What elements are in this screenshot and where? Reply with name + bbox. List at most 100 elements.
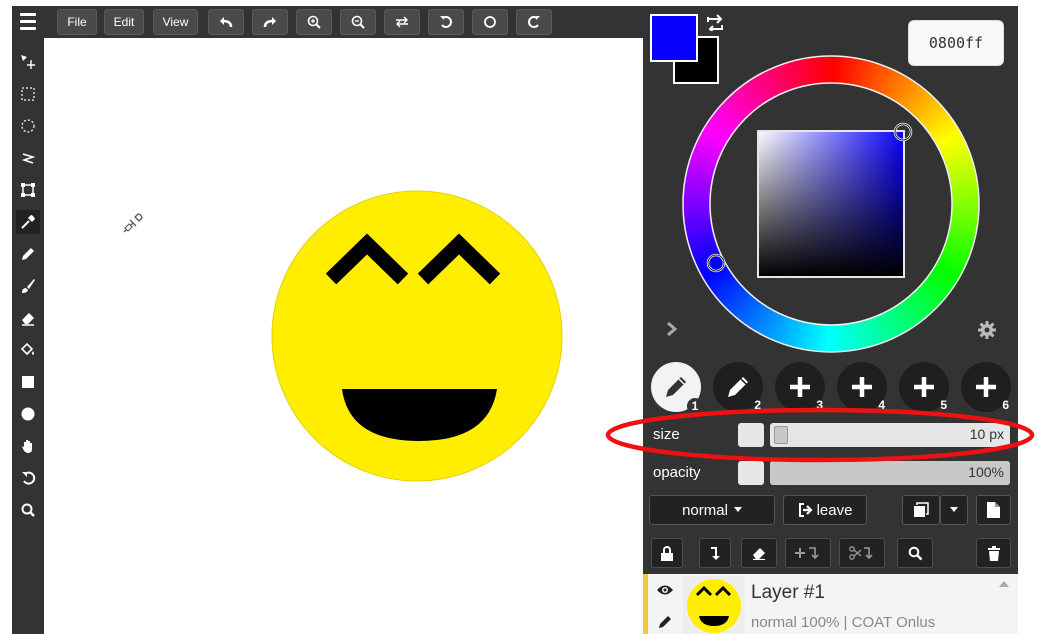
brush-tool[interactable] xyxy=(16,274,40,298)
eyedropper-tool[interactable] xyxy=(16,210,40,234)
merge-down-button[interactable] xyxy=(699,538,731,568)
paint-bucket-icon xyxy=(20,342,34,356)
cut-layer-button[interactable] xyxy=(839,538,885,568)
fill-tool[interactable] xyxy=(16,338,40,362)
hand-icon xyxy=(22,440,32,453)
brush-preset-5[interactable]: 5 xyxy=(899,362,949,412)
undo-button[interactable] xyxy=(208,9,244,35)
zoom-in-button[interactable] xyxy=(296,9,332,35)
plus-icon xyxy=(914,377,934,397)
eye-icon[interactable] xyxy=(656,584,674,596)
sign-out-icon xyxy=(798,503,813,517)
brush-icon xyxy=(22,279,35,293)
scissors-icon xyxy=(849,546,873,560)
plus-arrow-icon xyxy=(795,547,819,560)
circle-icon xyxy=(21,407,35,421)
rotate-right-icon xyxy=(528,16,540,28)
new-layer-button[interactable] xyxy=(976,495,1011,525)
zoom-out-icon xyxy=(351,15,365,29)
drawing-canvas[interactable] xyxy=(44,38,643,634)
rotate-icon xyxy=(22,471,36,485)
rect-select-icon xyxy=(21,87,35,101)
brush-preset-4[interactable]: 4 xyxy=(837,362,887,412)
add-to-selection-button[interactable] xyxy=(785,538,831,568)
ellipse-select-tool[interactable] xyxy=(16,114,40,138)
brush-preset-2[interactable]: 2 xyxy=(713,362,763,412)
pencil-tool[interactable] xyxy=(16,242,40,266)
zoom-tool[interactable] xyxy=(16,498,40,522)
delete-layer-button[interactable] xyxy=(976,538,1011,568)
lock-layer-button[interactable] xyxy=(651,538,683,568)
magnifier-icon xyxy=(21,503,35,517)
opacity-pressure-toggle[interactable] xyxy=(738,461,764,485)
plus-icon xyxy=(790,377,810,397)
eraser-icon xyxy=(753,548,765,560)
pencil-icon xyxy=(728,377,748,397)
zoom-out-button[interactable] xyxy=(340,9,376,35)
lasso-icon xyxy=(21,153,36,164)
opacity-label: opacity xyxy=(653,464,701,481)
transform-tool[interactable] xyxy=(16,178,40,202)
duplicate-layer-button[interactable] xyxy=(902,495,940,525)
swap-colors-icon[interactable] xyxy=(705,13,725,31)
plus-icon xyxy=(976,377,996,397)
right-panel: 0800ff 1 2 3 4 5 6 size 10 px opacity 10… xyxy=(643,6,1018,634)
circle-icon xyxy=(484,16,496,28)
edit-menu-button[interactable]: Edit xyxy=(104,9,144,35)
eyedropper-icon xyxy=(21,215,35,229)
ellipse-tool[interactable] xyxy=(16,402,40,426)
leave-label: leave xyxy=(816,501,853,519)
lasso-tool[interactable] xyxy=(16,146,40,170)
rotate-right-button[interactable] xyxy=(516,9,552,35)
redo-button[interactable] xyxy=(252,9,288,35)
rotate-left-button[interactable] xyxy=(428,9,464,35)
layer-thumbnail xyxy=(683,576,745,634)
hand-tool[interactable] xyxy=(16,434,40,458)
leave-button[interactable]: leave xyxy=(783,495,867,525)
lock-icon xyxy=(661,545,673,561)
move-tool[interactable] xyxy=(16,50,40,74)
reset-rotation-button[interactable] xyxy=(472,9,508,35)
zoom-in-icon xyxy=(307,15,321,29)
smiley-drawing xyxy=(271,190,563,482)
rectangle-icon xyxy=(22,376,34,388)
undo-icon xyxy=(220,17,233,28)
flip-button[interactable] xyxy=(384,9,420,35)
file-menu-button[interactable]: File xyxy=(57,9,97,35)
rectangle-tool[interactable] xyxy=(16,370,40,394)
top-menu-bar: File Edit View xyxy=(12,6,645,38)
move-icon xyxy=(21,55,35,69)
clear-layer-button[interactable] xyxy=(741,538,777,568)
opacity-value: 100% xyxy=(968,464,1004,480)
smiley-thumbnail-icon xyxy=(687,579,741,633)
level-down-icon xyxy=(711,546,720,560)
brush-preset-3[interactable]: 3 xyxy=(775,362,825,412)
plus-icon xyxy=(852,377,872,397)
search-icon xyxy=(908,546,922,560)
eyedropper-cursor-icon xyxy=(123,213,143,233)
scroll-up-arrow-icon[interactable] xyxy=(999,580,1009,588)
view-menu-button[interactable]: View xyxy=(153,9,198,35)
layer-details: normal 100% | COAT Onlus xyxy=(751,614,936,631)
layer-name: Layer #1 xyxy=(751,582,825,603)
layer-item[interactable]: Layer #1 normal 100% | COAT Onlus xyxy=(643,574,1018,634)
rect-select-tool[interactable] xyxy=(16,82,40,106)
settings-gear-icon[interactable] xyxy=(977,320,997,340)
left-toolbar xyxy=(12,38,44,634)
caret-down-icon xyxy=(950,507,958,512)
duplicate-options-dropdown[interactable] xyxy=(940,495,968,525)
eraser-icon xyxy=(22,313,34,326)
opacity-slider[interactable]: 100% xyxy=(770,461,1010,485)
expand-chevron-icon[interactable] xyxy=(665,320,679,338)
color-wheel[interactable] xyxy=(681,54,981,354)
hamburger-menu-icon[interactable] xyxy=(20,13,36,31)
caret-down-icon xyxy=(733,507,742,512)
swap-icon xyxy=(396,16,408,28)
rotate-tool[interactable] xyxy=(16,466,40,490)
eraser-tool[interactable] xyxy=(16,306,40,330)
search-layer-button[interactable] xyxy=(897,538,933,568)
brush-preset-1[interactable]: 1 xyxy=(651,362,703,414)
transform-icon xyxy=(21,183,35,197)
brush-preset-6[interactable]: 6 xyxy=(961,362,1011,412)
blend-mode-dropdown[interactable]: normal xyxy=(649,495,775,525)
